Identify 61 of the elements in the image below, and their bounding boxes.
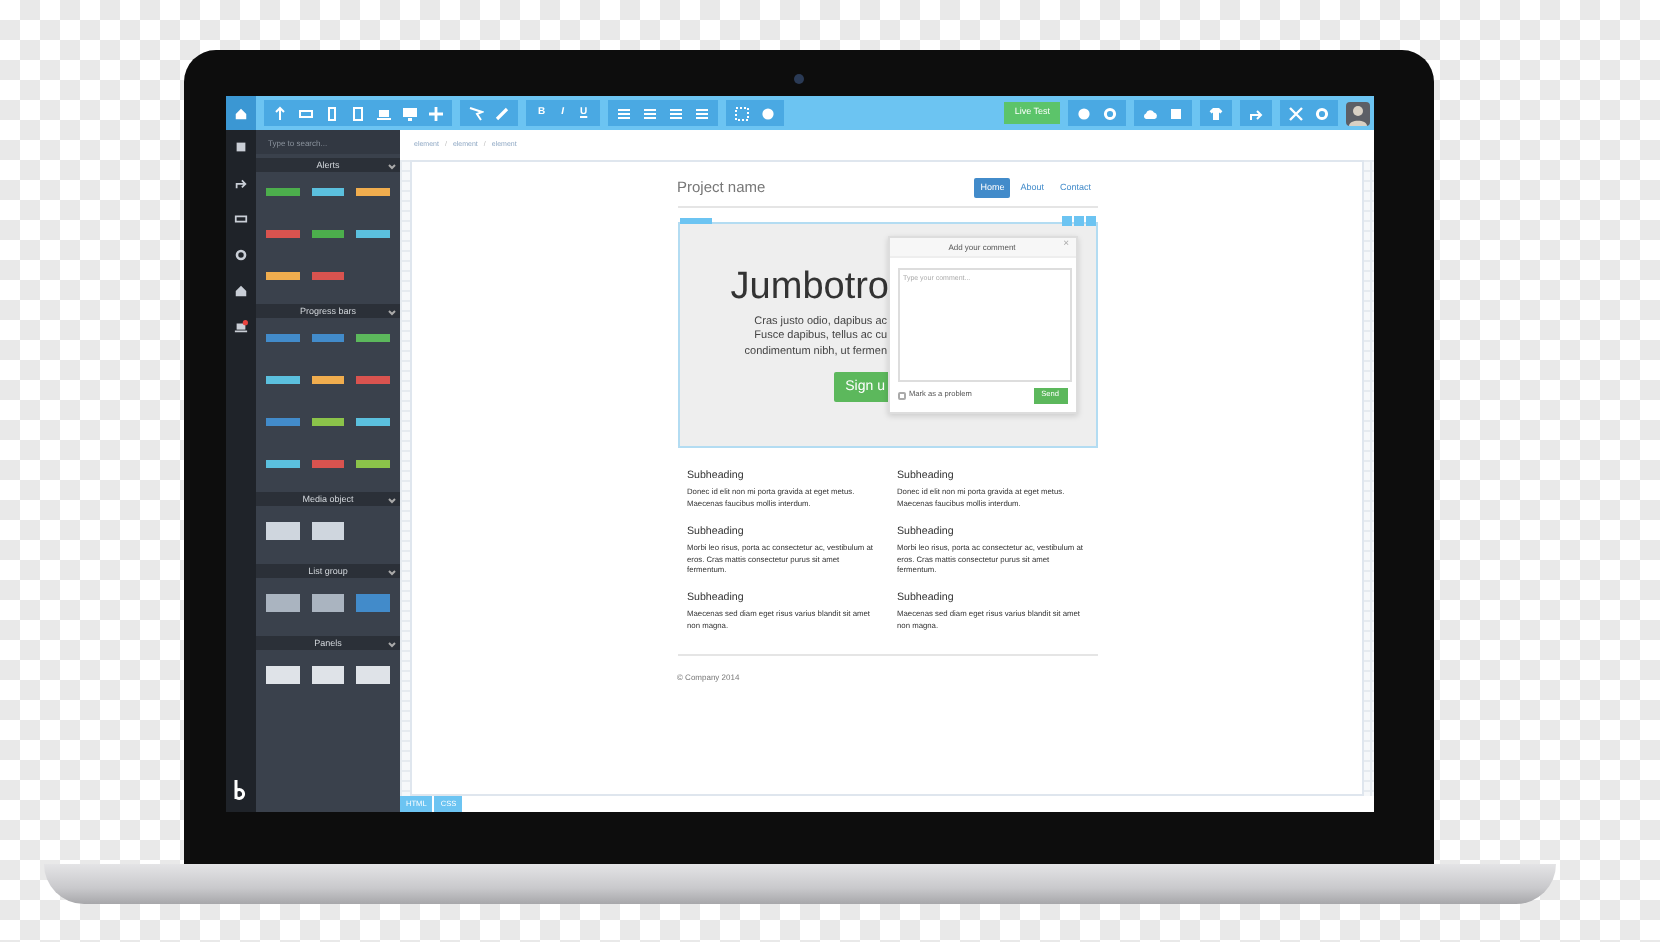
component-thumbnail[interactable] <box>311 272 345 280</box>
component-thumbnail[interactable] <box>266 376 300 384</box>
grid-icon[interactable] <box>733 105 750 121</box>
shirt-icon[interactable] <box>1208 105 1224 121</box>
square-icon[interactable] <box>234 140 248 154</box>
rectangle-icon[interactable] <box>234 212 248 226</box>
component-thumbnail[interactable] <box>311 376 345 384</box>
lines-icon[interactable] <box>641 105 658 121</box>
component-thumbnail[interactable] <box>356 460 390 468</box>
share-icon[interactable] <box>234 176 248 190</box>
monitor-icon[interactable] <box>402 105 418 121</box>
lines-icon[interactable] <box>667 105 684 121</box>
component-thumbnail[interactable] <box>266 522 300 540</box>
arrow-up-icon[interactable] <box>272 105 288 121</box>
component-thumbnail[interactable] <box>266 418 300 426</box>
jumbotron-heading: Jumbotro <box>730 268 889 306</box>
phone-icon[interactable] <box>324 105 340 121</box>
logo-icon <box>234 780 248 800</box>
circle-icon[interactable] <box>1076 105 1092 121</box>
element-tag <box>679 218 711 224</box>
component-thumbnail[interactable] <box>356 334 390 342</box>
component-thumbnail[interactable] <box>356 188 390 196</box>
circle-icon[interactable] <box>759 105 776 121</box>
component-thumbnail[interactable] <box>356 418 390 426</box>
checkbox[interactable] <box>897 391 905 400</box>
cloud-icon[interactable] <box>1142 105 1158 121</box>
component-thumbnail[interactable] <box>311 230 345 238</box>
component-thumbnail[interactable] <box>311 666 345 684</box>
caret-icon <box>388 567 396 575</box>
component-thumbnail[interactable] <box>266 272 300 280</box>
component-thumbnail[interactable] <box>266 594 300 612</box>
component-thumbnail[interactable] <box>311 334 345 342</box>
lines-icon[interactable] <box>693 105 710 121</box>
component-thumbnail[interactable] <box>266 460 300 468</box>
tablet-icon[interactable] <box>350 105 366 121</box>
plus-icon[interactable] <box>428 105 444 121</box>
component-thumbnail[interactable] <box>311 522 345 540</box>
camera-icon <box>794 74 804 84</box>
component-thumbnail[interactable] <box>311 594 345 612</box>
laptop-icon[interactable] <box>234 320 248 334</box>
avatar-icon[interactable] <box>1346 101 1370 125</box>
component-thumbnail[interactable] <box>311 188 345 196</box>
caret-icon <box>388 639 396 647</box>
component-thumbnail[interactable] <box>266 334 300 342</box>
component-thumbnail[interactable] <box>311 460 345 468</box>
component-thumbnail[interactable] <box>266 230 300 238</box>
lines-icon[interactable] <box>615 105 632 121</box>
cross-icon[interactable] <box>1288 105 1304 121</box>
caret-icon <box>388 307 396 315</box>
component-thumbnail[interactable] <box>266 666 300 684</box>
component-thumbnail[interactable] <box>356 594 390 612</box>
caret-icon <box>388 161 396 169</box>
caret-icon <box>388 495 396 503</box>
component-thumbnail[interactable] <box>356 666 390 684</box>
component-thumbnail[interactable] <box>356 376 390 384</box>
cursor-icon[interactable] <box>468 105 484 121</box>
component-thumbnail[interactable] <box>266 188 300 196</box>
home-icon[interactable] <box>234 284 248 298</box>
component-thumbnail[interactable] <box>311 418 345 426</box>
component-thumbnail[interactable] <box>356 230 390 238</box>
pencil-icon[interactable] <box>494 105 510 121</box>
